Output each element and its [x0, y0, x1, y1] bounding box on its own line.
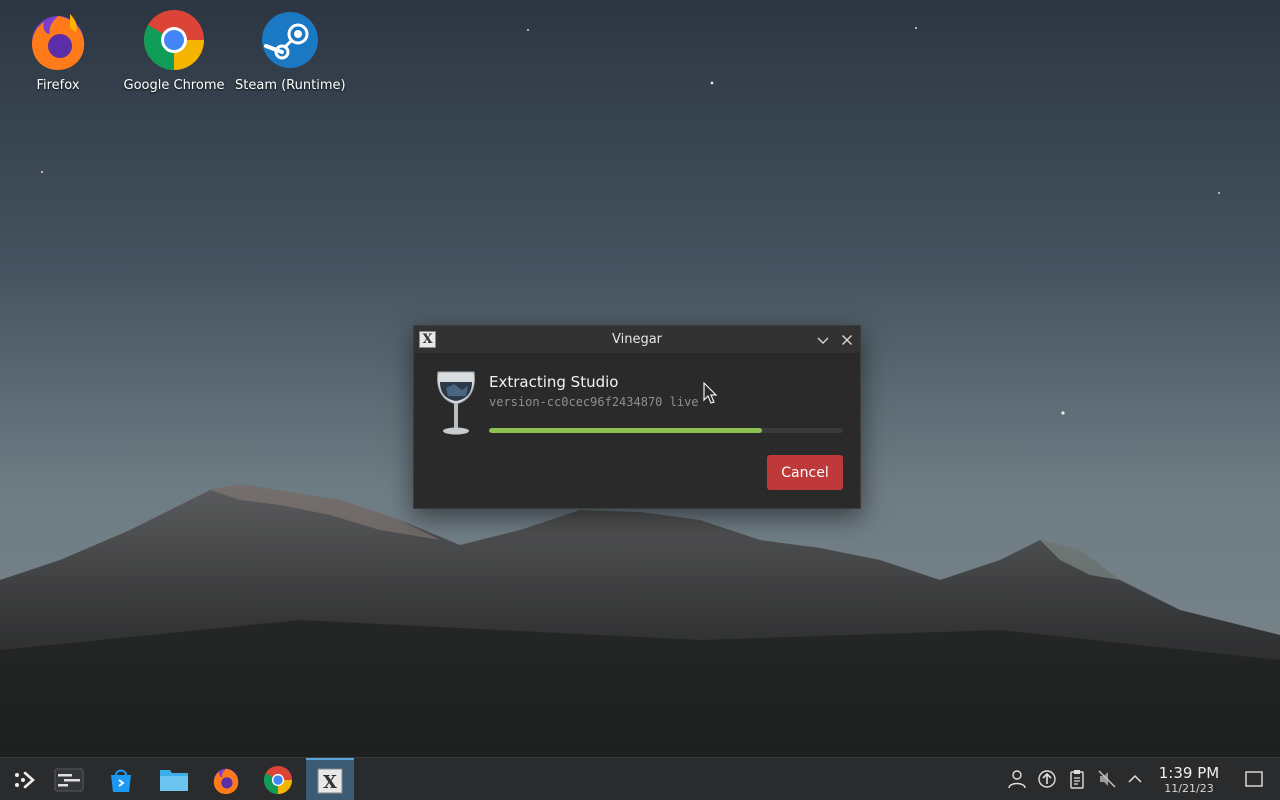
taskbar-vinegar[interactable]: X: [306, 758, 354, 800]
dialog-title: Vinegar: [611, 332, 663, 347]
status-title: Extracting Studio: [489, 373, 619, 391]
taskbar-firefox[interactable]: [202, 758, 250, 800]
discover-icon: [111, 769, 131, 792]
version-text: version-cc0cec96f2434870 live: [489, 395, 699, 409]
chevron-up-icon[interactable]: [1125, 769, 1145, 789]
progress-fill: [489, 428, 762, 433]
dialog-titlebar[interactable]: X Vinegar: [414, 326, 860, 354]
clock-date[interactable]: 11/21/23: [1153, 782, 1225, 795]
firefox-icon: [32, 14, 85, 70]
steam-icon: [262, 12, 318, 68]
vinegar-icon: X: [317, 768, 343, 793]
mouse-cursor-icon: [703, 382, 717, 404]
wine-glass-icon: [437, 371, 475, 435]
volume-muted-icon[interactable]: [1097, 769, 1117, 789]
firefox-icon: [213, 768, 239, 794]
desktop-icon-steam[interactable]: Steam (Runtime): [235, 8, 346, 93]
taskbar: X 1:39 PM 11/21/23: [0, 757, 1280, 800]
vinegar-dialog: X Vinegar Extracting Studio version-cc0c…: [413, 325, 861, 509]
desktop-icon-label: Firefox: [36, 78, 80, 93]
user-icon[interactable]: [1007, 769, 1027, 789]
taskbar-task-manager[interactable]: [45, 758, 93, 800]
chrome-icon: [143, 10, 204, 71]
cancel-button[interactable]: Cancel: [767, 455, 843, 490]
taskbar-launcher[interactable]: [0, 758, 48, 800]
launcher-icon: [15, 771, 35, 788]
taskbar-discover[interactable]: [97, 758, 145, 800]
minimize-chevron-icon[interactable]: [814, 331, 832, 349]
clipboard-icon[interactable]: [1067, 769, 1087, 789]
show-desktop-icon[interactable]: [1244, 769, 1264, 789]
taskbar-chrome[interactable]: [254, 758, 302, 800]
taskbar-file-manager[interactable]: [150, 758, 198, 800]
desktop-icon-firefox[interactable]: Firefox: [3, 8, 113, 93]
svg-text:X: X: [323, 772, 337, 793]
desktop-icon-label: Google Chrome: [123, 78, 225, 93]
progress-bar: [489, 428, 843, 433]
desktop-icon-chrome[interactable]: Google Chrome: [119, 8, 229, 93]
desktop-icon-label: Steam (Runtime): [235, 78, 346, 93]
close-icon[interactable]: [838, 331, 856, 349]
chrome-icon: [263, 765, 293, 794]
file-manager-icon: [160, 769, 188, 791]
clock-time[interactable]: 1:39 PM: [1153, 764, 1225, 782]
task-manager-icon: [54, 768, 84, 791]
update-icon[interactable]: [1037, 769, 1057, 789]
